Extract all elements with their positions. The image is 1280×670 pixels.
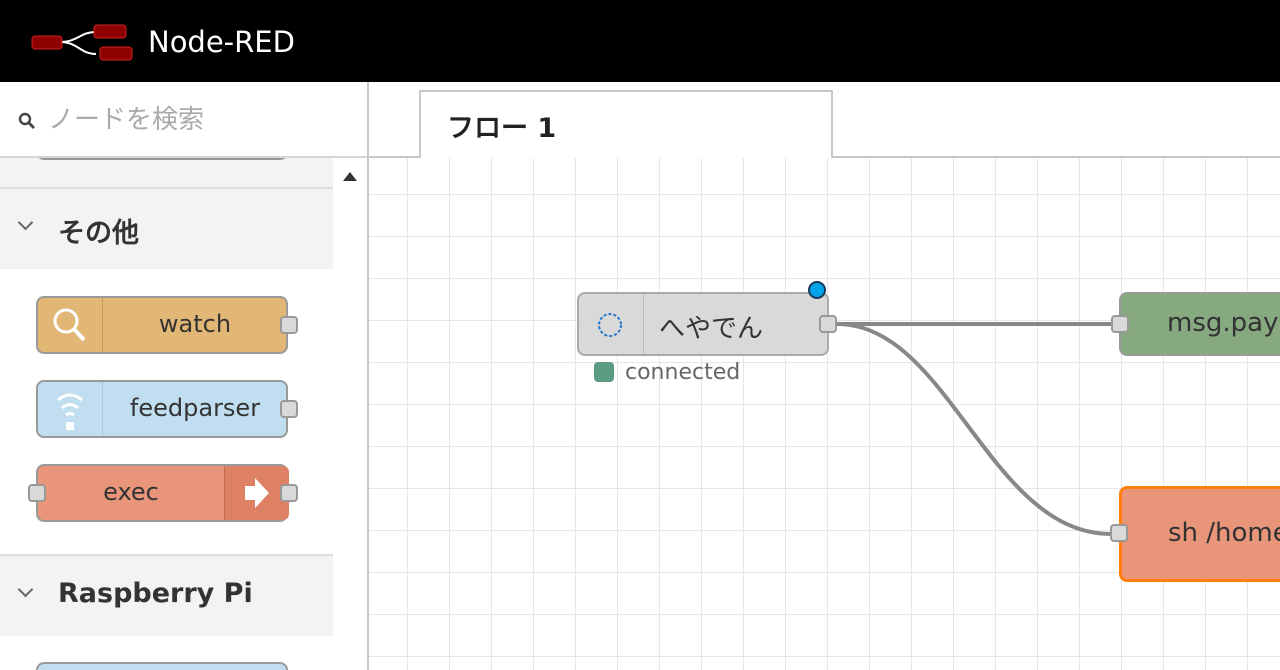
category-label: Raspberry Pi xyxy=(58,578,253,609)
workspace-tabbar: フロー 1 xyxy=(369,82,1280,158)
output-port xyxy=(280,316,298,334)
chevron-down-icon xyxy=(17,214,34,231)
category-header-raspberry-pi[interactable]: Raspberry Pi xyxy=(0,556,333,636)
chevron-down-icon xyxy=(17,581,34,598)
wire xyxy=(836,322,1112,536)
palette-node-partial[interactable] xyxy=(36,662,288,670)
flow-node-exec[interactable]: sh /home xyxy=(1110,486,1280,582)
flow-node-debug[interactable]: msg.pay xyxy=(1111,292,1280,356)
wires-layer xyxy=(836,322,1112,536)
app-title: Node-RED xyxy=(148,25,295,59)
category-body-other: watch feedparser exec xyxy=(0,269,333,554)
flow-node-label: へやでん xyxy=(659,314,764,344)
category-body-raspberry-pi xyxy=(0,636,333,670)
palette-search xyxy=(0,82,367,158)
node-status-text: connected xyxy=(625,360,741,385)
status-indicator-icon xyxy=(594,362,614,382)
rss-feed-icon xyxy=(38,382,103,436)
output-port xyxy=(280,484,298,502)
category-label: その他 xyxy=(58,218,139,249)
search-icon xyxy=(18,112,35,129)
input-port[interactable] xyxy=(1111,315,1129,333)
palette-node-label: feedparser xyxy=(129,394,261,422)
node-palette: その他 watch xyxy=(0,82,369,670)
scroll-up-icon[interactable] xyxy=(343,172,357,181)
output-port[interactable] xyxy=(819,315,837,333)
palette-node-label: watch xyxy=(158,310,232,338)
flow-node-heyaden[interactable]: へやでん xyxy=(577,281,837,356)
input-port xyxy=(28,484,46,502)
circle-icon xyxy=(579,294,644,354)
palette-node-partial[interactable] xyxy=(36,158,288,160)
node-red-logo-icon xyxy=(31,24,133,61)
palette-node-feedparser[interactable]: feedparser xyxy=(36,380,298,438)
palette-scrollbar[interactable] xyxy=(333,158,365,670)
output-port xyxy=(280,400,298,418)
category-header-other[interactable]: その他 xyxy=(0,189,333,269)
palette-node-watch[interactable]: watch xyxy=(36,296,298,354)
palette-node-label: exec xyxy=(103,478,159,506)
palette-search-input[interactable] xyxy=(48,104,348,136)
flow-node-label: msg.pay xyxy=(1167,308,1279,338)
flow-node-label: sh /home xyxy=(1168,518,1280,548)
tab-flow-1[interactable]: フロー 1 xyxy=(419,90,833,158)
input-port[interactable] xyxy=(1110,524,1128,542)
workspace-canvas[interactable]: へやでん connected msg.pay sh /home xyxy=(369,158,1280,670)
palette-list: その他 watch feedparser exec Raspberry Pi xyxy=(0,158,333,670)
tab-label: フロー 1 xyxy=(447,113,557,144)
changed-indicator-icon xyxy=(808,281,826,299)
magnifier-icon xyxy=(38,298,103,352)
header-bar: Node-RED xyxy=(0,0,1280,82)
palette-node-exec[interactable]: exec xyxy=(28,464,298,522)
